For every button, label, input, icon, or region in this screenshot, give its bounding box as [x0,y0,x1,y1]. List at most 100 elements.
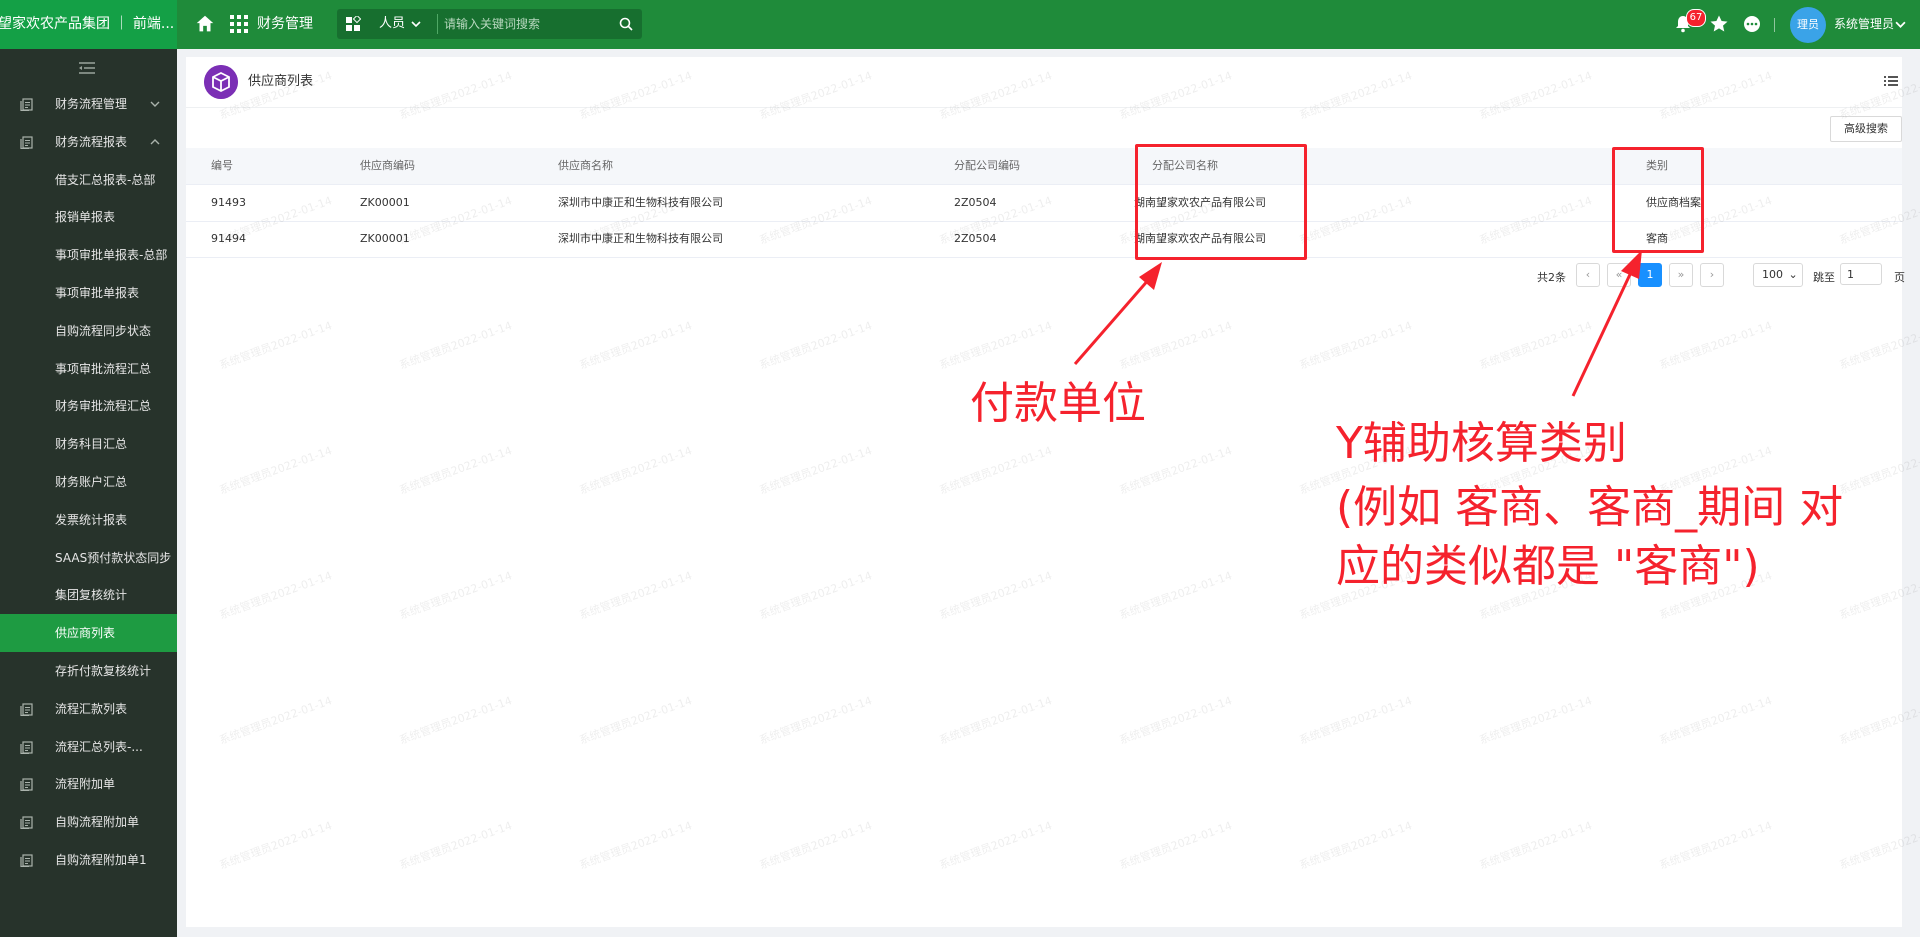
watermark-text: 系统管理员2022-01-14 [1837,569,1920,622]
watermark-text: 系统管理员2022-01-14 [1117,319,1234,372]
sidebar-item-label: 财务科目汇总 [55,437,128,452]
brand-title[interactable]: 望家欢农产品集团 ｜ 前端... [0,0,177,49]
pagination-first-button[interactable]: « [1607,263,1631,287]
top-navigation-bar: 望家欢农产品集团 ｜ 前端... 财务管理 人员 67 [0,0,1920,49]
sidebar-item[interactable]: 自购流程附加单1 [0,841,177,879]
pagination-next-button[interactable]: › [1700,263,1724,287]
chevron-down-icon[interactable] [150,99,160,109]
search-input[interactable] [437,14,614,34]
sidebar-item-label: 集团复核统计 [55,588,128,603]
sidebar-item[interactable]: 集团复核统计 [0,576,177,614]
watermark-text: 系统管理员2022-01-14 [577,319,694,372]
annotation-label-category-line3: 应的类似都是 "客商") [1336,541,1760,592]
sidebar-item[interactable]: 事项审批单报表-总部 [0,236,177,274]
watermark-text: 系统管理员2022-01-14 [397,569,514,622]
document-icon [20,703,33,716]
chevron-down-icon[interactable] [411,19,421,29]
watermark-text: 系统管理员2022-01-14 [217,569,334,622]
goto-page-input[interactable]: 1 [1840,263,1882,285]
page-size-select[interactable]: 100 ⌄ [1753,263,1803,287]
sidebar-item[interactable]: 财务科目汇总 [0,425,177,463]
pagination-total: 共2条 [1537,271,1566,284]
sidebar-item[interactable]: SAAS预付款状态同步 [0,539,177,577]
module-title[interactable]: 财务管理 [257,0,313,49]
watermark-text: 系统管理员2022-01-14 [217,694,334,747]
watermark-text: 系统管理员2022-01-14 [1477,694,1594,747]
document-icon [20,136,33,149]
sidebar-item[interactable]: 供应商列表 [0,614,177,653]
sidebar-item[interactable]: 自购流程同步状态 [0,312,177,350]
cell-supplier-name: 深圳市中康正和生物科技有限公司 [558,196,723,209]
search-icon[interactable] [618,16,634,32]
watermark-text: 系统管理员2022-01-14 [757,569,874,622]
document-icon [20,740,33,754]
sidebar-item[interactable]: 财务审批流程汇总 [0,387,177,425]
home-icon[interactable] [194,13,216,35]
sidebar-item[interactable]: 报销单报表 [0,198,177,236]
sidebar-item[interactable]: 存折付款复核统计 [0,652,177,690]
star-icon[interactable] [1709,14,1729,34]
sidebar-item[interactable]: 流程汇总列表-... [0,728,177,766]
collapse-menu-icon[interactable] [78,61,96,75]
apps-icon[interactable] [345,16,361,32]
advanced-search-button[interactable]: 高级搜索 [1830,116,1902,142]
column-header-supplier-name[interactable]: 供应商名称 [558,148,613,184]
watermark-text: 系统管理员2022-01-14 [577,694,694,747]
cell-supplier-code: ZK00001 [360,196,410,209]
goto-label: 跳至 [1813,271,1835,284]
list-menu-icon[interactable] [1883,73,1899,89]
cell-company-code: 2Z0504 [954,232,997,245]
chevron-down-icon: ⌄ [1788,268,1798,281]
sidebar-item[interactable]: 流程附加单 [0,765,177,803]
sidebar-item[interactable]: 自购流程附加单 [0,803,177,841]
search-scope-select[interactable]: 人员 [379,9,405,39]
sidebar-item-label: 自购流程附加单 [55,815,140,830]
watermark-text: 系统管理员2022-01-14 [1837,694,1920,747]
sidebar-item-label: 流程汇款列表 [55,701,128,716]
sidebar-item-label: 财务审批流程汇总 [55,399,152,414]
watermark-text: 系统管理员2022-01-14 [577,444,694,497]
sidebar-item[interactable]: 事项审批单报表 [0,274,177,312]
app-grid-icon[interactable] [230,15,248,33]
sidebar-item[interactable]: 财务流程管理 [0,85,177,123]
pagination-last-button[interactable]: » [1669,263,1693,287]
more-chat-icon[interactable] [1742,14,1762,34]
sidebar-item[interactable]: 事项审批流程汇总 [0,350,177,388]
annotation-box-company-name [1135,144,1307,260]
sidebar-item[interactable]: 财务流程报表 [0,123,177,161]
sidebar-item-label: 自购流程同步状态 [55,323,152,338]
page-size-value: 100 [1762,268,1783,281]
pagination-page-current[interactable]: 1 [1638,263,1662,287]
document-icon [20,778,33,792]
sidebar-item[interactable]: 流程汇款列表 [0,690,177,728]
column-header-company-code[interactable]: 分配公司编码 [954,148,1020,184]
sidebar-item[interactable]: 财务账户汇总 [0,463,177,501]
watermark-text: 系统管理员2022-01-14 [1657,819,1774,872]
page-header: 供应商列表 [186,57,1902,108]
brand-label: 望家欢农产品集团 ｜ 前端... [0,16,175,32]
avatar[interactable]: 理员 [1790,7,1826,43]
watermark-text: 系统管理员2022-01-14 [1657,694,1774,747]
column-header-id[interactable]: 编号 [211,148,233,184]
chevron-up-icon[interactable] [150,137,160,147]
sidebar-item-label: 存折付款复核统计 [55,664,152,678]
document-icon [20,816,33,830]
pagination-prev-button[interactable]: ‹ [1576,263,1600,287]
annotation-label-category-line1: Y辅助核算类别 [1336,418,1627,469]
watermark-text: 系统管理员2022-01-14 [1297,319,1414,372]
annotation-label-payer: 付款单位 [970,378,1146,429]
sidebar-item-label: 流程附加单 [55,777,116,792]
column-header-supplier-code[interactable]: 供应商编码 [360,148,415,184]
watermark-text: 系统管理员2022-01-14 [1477,319,1594,372]
cell-supplier-name: 深圳市中康正和生物科技有限公司 [558,232,723,245]
sidebar-item[interactable]: 发票统计报表 [0,501,177,539]
watermark-text: 系统管理员2022-01-14 [1297,819,1414,872]
watermark-text: 系统管理员2022-01-14 [1477,819,1594,872]
sidebar-item-label: 事项审批单报表-总部 [55,248,168,263]
sidebar-item[interactable]: 借支汇总报表-总部 [0,161,177,199]
watermark-text: 系统管理员2022-01-14 [397,444,514,497]
chevron-down-icon[interactable] [1895,19,1906,30]
user-name[interactable]: 系统管理员 [1834,0,1894,49]
sidebar-item-label: 自购流程附加单1 [55,853,147,867]
watermark-text: 系统管理员2022-01-14 [937,819,1054,872]
